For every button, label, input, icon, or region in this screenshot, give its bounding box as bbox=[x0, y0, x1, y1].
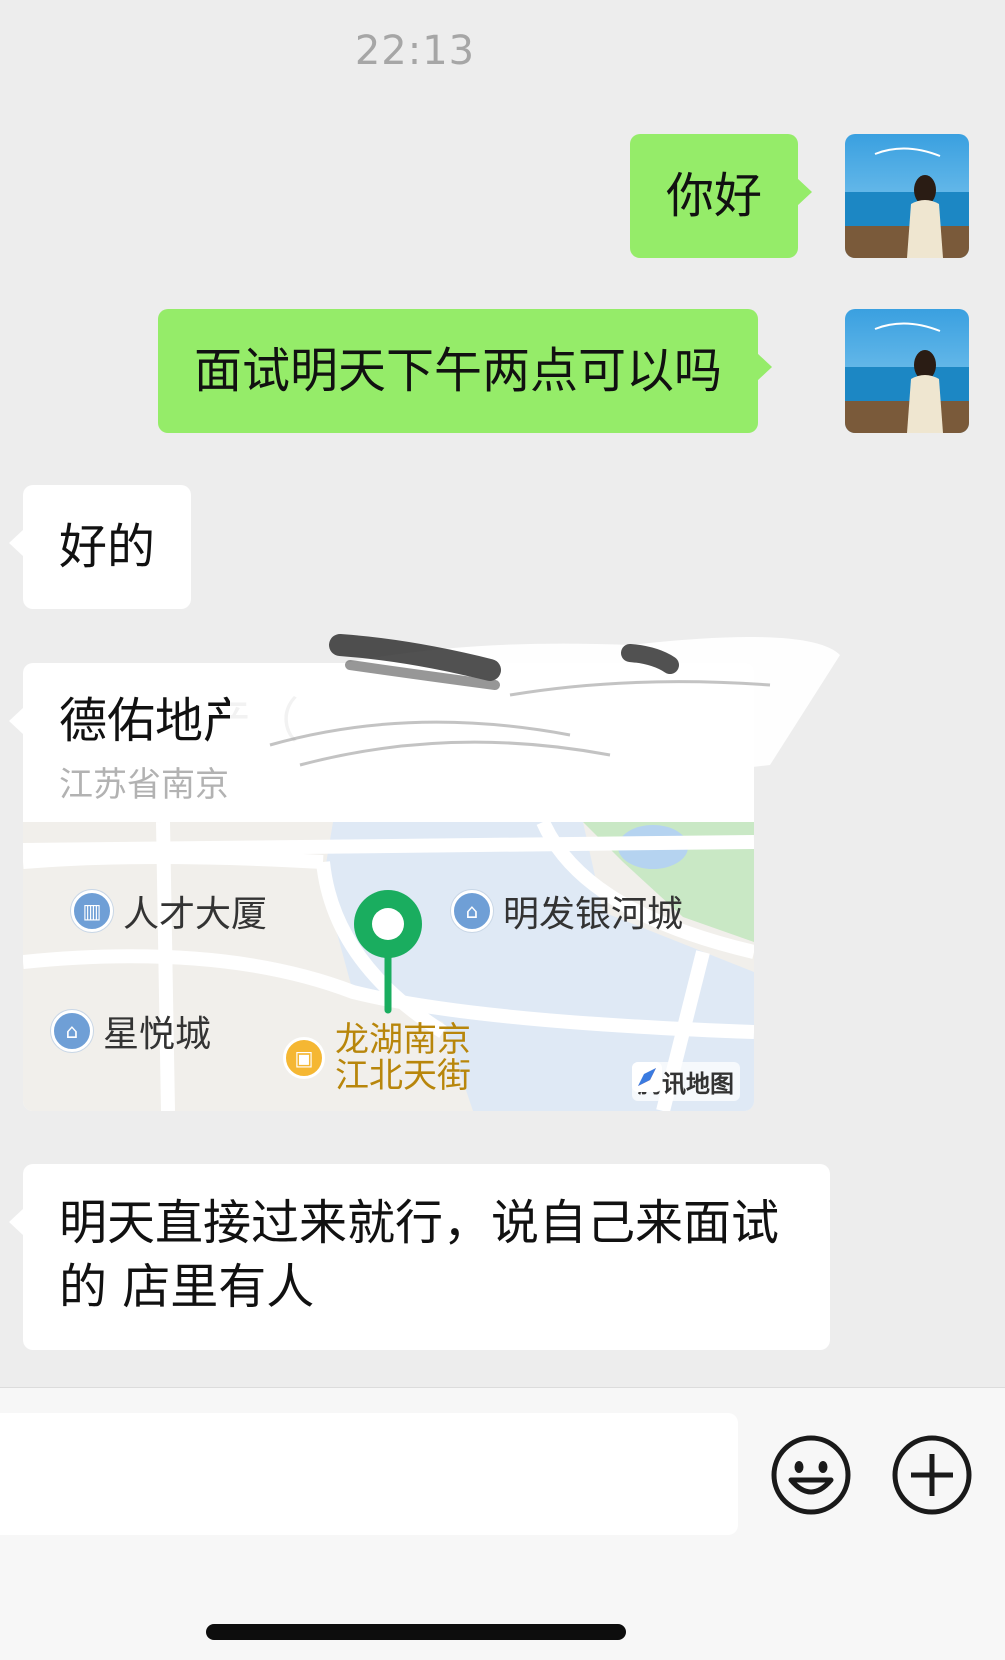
self-avatar[interactable] bbox=[845, 309, 969, 433]
plus-icon[interactable] bbox=[891, 1434, 973, 1516]
map-attribution: 腾讯地图 bbox=[632, 1062, 740, 1101]
message-timestamp: 22:13 bbox=[354, 28, 476, 74]
message-text: 好的 bbox=[59, 519, 156, 575]
map-poi: ⌂ 星悦城 bbox=[51, 1005, 211, 1057]
shopping-icon: ▣ bbox=[283, 1037, 325, 1079]
self-avatar[interactable] bbox=[845, 134, 969, 258]
map-poi: ▣ 龙湖南京江北天街 bbox=[283, 1022, 485, 1094]
emoji-icon[interactable] bbox=[770, 1434, 852, 1516]
home-indicator[interactable] bbox=[206, 1624, 626, 1640]
outgoing-message[interactable]: 你好 bbox=[630, 134, 813, 258]
chat-input-bar bbox=[0, 1387, 1005, 1660]
avatar-photo bbox=[845, 309, 969, 433]
message-input[interactable] bbox=[0, 1413, 738, 1535]
building-icon: ▥ bbox=[71, 890, 113, 932]
map-poi: ▥ 人才大厦 bbox=[71, 885, 267, 937]
mall-icon: ⌂ bbox=[51, 1010, 93, 1052]
poi-label: 明发银河城 bbox=[503, 894, 684, 935]
location-address: 江苏省南京 bbox=[59, 765, 229, 805]
location-pin-icon bbox=[354, 890, 422, 1014]
message-text: 面试明天下午两点可以吗 bbox=[194, 343, 723, 399]
poi-label: 星悦城 bbox=[103, 1014, 212, 1055]
outgoing-message[interactable]: 面试明天下午两点可以吗 bbox=[158, 309, 773, 433]
mall-icon: ⌂ bbox=[451, 890, 493, 932]
location-message[interactable]: 德佑地产（ 江苏省南京 ▥ 人才大厦 ⌂ 明发银河城 ⌂ 星悦城 ▣ 龙湖南京江… bbox=[9, 663, 754, 1111]
poi-label: 龙湖南京江北天街 bbox=[335, 1020, 471, 1096]
tencent-map-icon bbox=[632, 1062, 662, 1092]
map-poi: ⌂ 明发银河城 bbox=[451, 885, 683, 937]
location-title: 德佑地产（ bbox=[59, 693, 300, 749]
incoming-message[interactable]: 明天直接过来就行，说自己来面试的 店里有人 bbox=[9, 1164, 830, 1350]
message-text: 明天直接过来就行，说自己来面试的 店里有人 bbox=[59, 1195, 780, 1315]
avatar-photo bbox=[845, 134, 969, 258]
location-map[interactable]: ▥ 人才大厦 ⌂ 明发银河城 ⌂ 星悦城 ▣ 龙湖南京江北天街 腾讯地图 bbox=[23, 822, 754, 1111]
incoming-message[interactable]: 好的 bbox=[8, 485, 192, 609]
message-text: 你好 bbox=[666, 168, 763, 224]
poi-label: 人才大厦 bbox=[123, 894, 268, 935]
